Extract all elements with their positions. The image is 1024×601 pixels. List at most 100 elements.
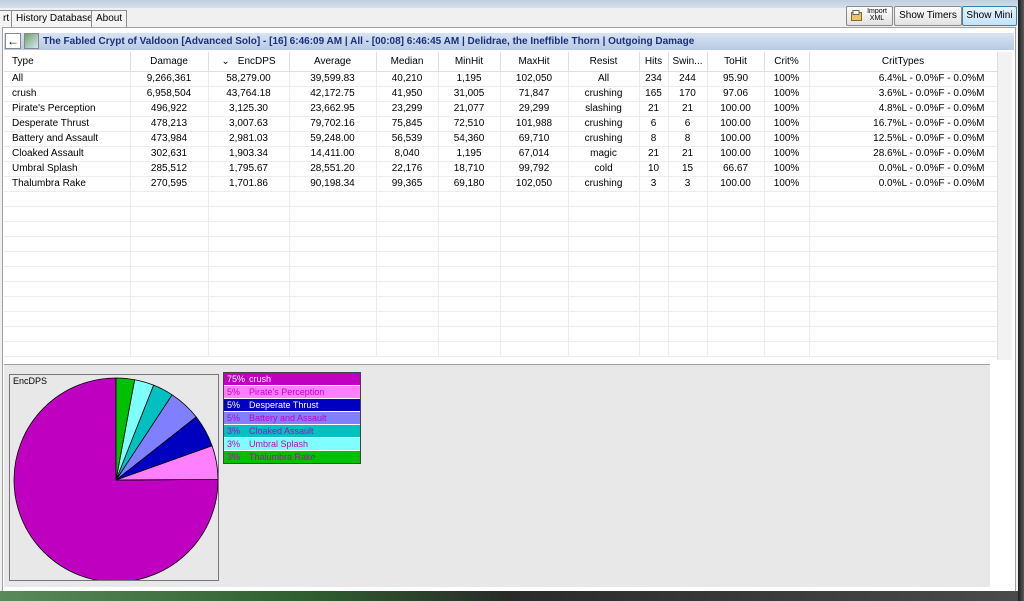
table-cell <box>668 296 708 312</box>
table-row[interactable]: Thalumbra Rake 270,595 1,701.86 90,198.34 99… <box>4 176 998 192</box>
table-cell: 23,662.95 <box>289 101 377 117</box>
column-header-4[interactable]: Median <box>376 52 439 72</box>
show-mini-button[interactable]: Show Mini <box>962 6 1017 26</box>
table-cell: 29,299 <box>500 101 569 117</box>
table-cell: 18,710 <box>438 161 501 177</box>
table-row[interactable]: Cloaked Assault 302,631 1,903.34 14,411.00 8… <box>4 146 998 162</box>
table-cell: 3 <box>668 176 708 192</box>
column-header-0[interactable]: Type <box>4 52 131 72</box>
table-row[interactable]: Desperate Thrust 478,213 3,007.63 79,702.16… <box>4 116 998 132</box>
table-cell <box>289 251 377 267</box>
column-header-9[interactable]: Swin... <box>668 52 708 72</box>
image-export-icon[interactable] <box>24 33 39 49</box>
table-cell <box>568 191 640 207</box>
table-cell: 0.0%L - 0.0%F - 0.0%M <box>809 161 998 177</box>
table-cell <box>707 251 765 267</box>
table-cell: Umbral Splash <box>4 161 131 177</box>
column-header-7[interactable]: Resist <box>568 52 640 72</box>
column-header-8[interactable]: Hits <box>639 52 669 72</box>
table-row[interactable] <box>4 281 998 297</box>
table-cell: 0.0%L - 0.0%F - 0.0%M <box>809 176 998 192</box>
column-header-2[interactable]: ⌄ EncDPS <box>208 52 290 72</box>
table-cell <box>208 191 290 207</box>
column-header-3[interactable]: Average <box>289 52 377 72</box>
table-cell: Thalumbra Rake <box>4 176 131 192</box>
table-cell: 6.4%L - 0.0%F - 0.0%M <box>809 71 998 87</box>
table-cell <box>4 236 131 252</box>
tab-history-database[interactable]: History Database <box>11 10 98 27</box>
table-cell: 22,176 <box>376 161 439 177</box>
table-header-row: Type Damage ⌄ EncDPS Average Median MinHit MaxH… <box>4 52 998 72</box>
table-cell: 234 <box>639 71 669 87</box>
legend-item: 5% Battery and Assault <box>224 412 360 425</box>
column-header-5[interactable]: MinHit <box>438 52 501 72</box>
table-cell <box>376 266 439 282</box>
table-cell <box>130 191 209 207</box>
legend-label: Umbral Splash <box>249 439 309 449</box>
table-row[interactable]: All 9,266,361 58,279.00 39,599.83 40,210 1,19… <box>4 71 998 87</box>
table-cell <box>809 281 998 297</box>
table-row[interactable]: Umbral Splash 285,512 1,795.67 28,551.20 22,… <box>4 161 998 177</box>
table-row[interactable] <box>4 296 998 312</box>
table-cell <box>707 281 765 297</box>
table-row[interactable] <box>4 221 998 237</box>
table-row[interactable]: crush 6,958,504 43,764.18 42,172.75 41,950 31… <box>4 86 998 102</box>
column-header-11[interactable]: Crit% <box>764 52 810 72</box>
table-cell: 6 <box>639 116 669 132</box>
table-cell <box>130 296 209 312</box>
table-cell <box>764 326 810 342</box>
table-cell <box>130 281 209 297</box>
table-cell: 244 <box>668 71 708 87</box>
table-cell: 15 <box>668 161 708 177</box>
table-cell <box>668 251 708 267</box>
column-header-12[interactable]: CritTypes <box>809 52 998 72</box>
table-cell: 59,248.00 <box>289 131 377 147</box>
table-row[interactable] <box>4 206 998 222</box>
table-cell: crushing <box>568 116 640 132</box>
column-header-6[interactable]: MaxHit <box>500 52 569 72</box>
import-xml-label: Import XML <box>867 8 887 22</box>
column-header-1[interactable]: Damage <box>130 52 209 72</box>
table-cell <box>4 251 131 267</box>
table-cell: 165 <box>639 86 669 102</box>
table-cell: 56,539 <box>376 131 439 147</box>
table-scrollbar[interactable] <box>997 52 1012 360</box>
table-cell <box>376 296 439 312</box>
back-arrow-icon[interactable]: ← <box>5 33 21 49</box>
table-cell <box>500 296 569 312</box>
table-cell: 8 <box>668 131 708 147</box>
column-header-label: CritTypes <box>881 56 925 67</box>
table-row[interactable]: Battery and Assault 473,984 2,981.03 59,248… <box>4 131 998 147</box>
table-row[interactable] <box>4 341 998 357</box>
column-header-label: Average <box>313 56 352 67</box>
table-cell: 28.6%L - 0.0%F - 0.0%M <box>809 146 998 162</box>
table-row[interactable] <box>4 236 998 252</box>
table-cell <box>4 266 131 282</box>
import-xml-button[interactable]: Import XML <box>846 6 893 26</box>
show-timers-button[interactable]: Show Timers <box>894 6 962 26</box>
table-cell <box>568 326 640 342</box>
sort-indicator-icon: ⌄ <box>221 56 230 67</box>
table-cell: 1,795.67 <box>208 161 290 177</box>
table-row[interactable] <box>4 191 998 207</box>
table-cell <box>500 326 569 342</box>
graph-panel: EncDPS 75% crush 5% Pirate's Perception 5% De… <box>4 364 990 587</box>
tab-about[interactable]: About <box>91 10 128 27</box>
table-row[interactable] <box>4 251 998 267</box>
table-row[interactable] <box>4 266 998 282</box>
table-cell <box>289 221 377 237</box>
table-cell <box>764 191 810 207</box>
table-cell: 270,595 <box>130 176 209 192</box>
table-cell <box>376 326 439 342</box>
table-cell <box>376 191 439 207</box>
table-row[interactable] <box>4 326 998 342</box>
table-cell: All <box>4 71 131 87</box>
table-cell <box>639 296 669 312</box>
column-header-10[interactable]: ToHit <box>707 52 765 72</box>
table-cell <box>289 341 377 357</box>
legend-item: 3% Thalumbra Rake <box>224 451 360 463</box>
table-row[interactable]: Pirate's Perception 496,922 3,125.30 23,662… <box>4 101 998 117</box>
column-header-label: MaxHit <box>518 56 550 67</box>
table-cell <box>639 191 669 207</box>
table-row[interactable] <box>4 311 998 327</box>
